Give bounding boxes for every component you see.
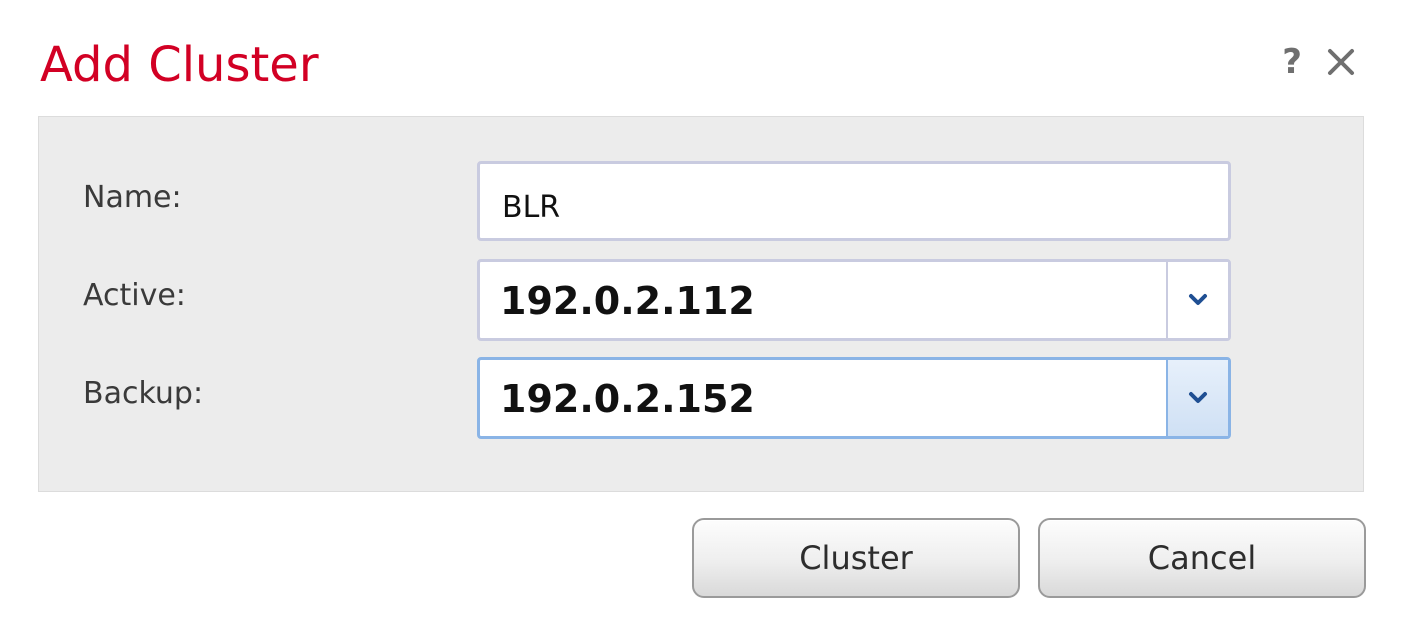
backup-dropdown-button[interactable] (1166, 360, 1228, 436)
backup-row: Backup: 192.0.2.152 (39, 357, 1363, 439)
cluster-form-panel: Name: Active: 192.0.2.112 Backup: 192.0.… (38, 116, 1364, 492)
help-icon[interactable]: ? (1282, 40, 1302, 84)
chevron-down-icon (1189, 294, 1207, 305)
name-field[interactable] (477, 161, 1231, 241)
active-select[interactable]: 192.0.2.112 (477, 259, 1231, 341)
active-label: Active: (83, 278, 186, 313)
title-actions: ? (1282, 40, 1358, 84)
backup-select-value: 192.0.2.152 (500, 377, 755, 421)
cancel-button[interactable]: Cancel (1038, 518, 1366, 598)
active-dropdown-button[interactable] (1166, 262, 1228, 338)
active-select-value: 192.0.2.112 (500, 279, 755, 323)
dialog-button-bar: Cluster Cancel (692, 518, 1366, 598)
backup-select[interactable]: 192.0.2.152 (477, 357, 1231, 439)
backup-label: Backup: (83, 376, 204, 411)
close-icon[interactable] (1324, 45, 1358, 79)
name-label: Name: (83, 180, 182, 215)
cluster-button[interactable]: Cluster (692, 518, 1020, 598)
chevron-down-icon (1189, 392, 1207, 403)
add-cluster-dialog: Add Cluster ? Name: Active: 192.0.2.112 (0, 0, 1406, 621)
name-row: Name: (39, 161, 1363, 241)
dialog-title: Add Cluster (40, 37, 319, 93)
active-row: Active: 192.0.2.112 (39, 259, 1363, 341)
